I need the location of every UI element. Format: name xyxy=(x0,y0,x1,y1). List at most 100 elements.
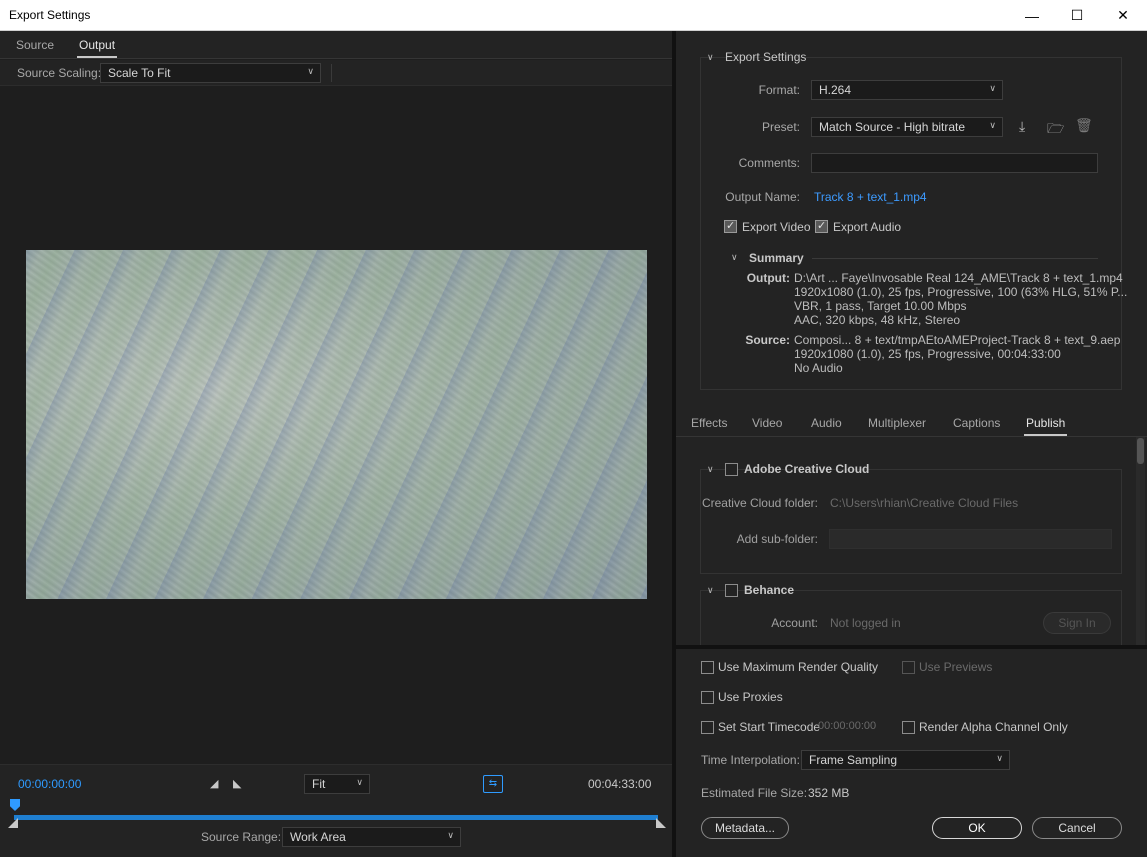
time-interpolation-value: Frame Sampling xyxy=(809,753,898,767)
preset-select[interactable]: Match Source - High bitrate ∨ xyxy=(811,117,1003,137)
use-previews-label: Use Previews xyxy=(919,660,993,674)
export-video-checkbox[interactable] xyxy=(724,219,737,233)
creative-cloud-box xyxy=(700,469,1122,574)
behance-checkbox[interactable] xyxy=(725,584,738,597)
source-scaling-bar: Source Scaling: Scale To Fit ∨ xyxy=(0,60,672,86)
file-size-value: 352 MB xyxy=(808,786,850,800)
set-start-timecode-checkbox[interactable] xyxy=(701,721,714,734)
file-size-label: Estimated File Size: xyxy=(701,786,808,800)
behance-title: Behance xyxy=(744,583,795,597)
out-point-marker[interactable] xyxy=(656,818,666,828)
settings-panel: ∨ Export Settings Format: H.264 ∨ Preset… xyxy=(676,31,1147,857)
export-audio-checkbox[interactable] xyxy=(815,219,828,233)
export-settings-title[interactable]: Export Settings xyxy=(725,50,806,64)
source-scaling-select[interactable]: Scale To Fit ∨ xyxy=(100,63,321,83)
maximize-button[interactable]: ☐ xyxy=(1054,0,1100,31)
export-audio-label: Export Audio xyxy=(833,220,902,234)
tab-effects[interactable]: Effects xyxy=(691,416,727,430)
chevron-down-icon[interactable]: ∨ xyxy=(707,585,714,596)
summary-output-line: VBR, 1 pass, Target 10.00 Mbps xyxy=(794,299,967,313)
chevron-down-icon: ∨ xyxy=(996,753,1003,763)
source-range-label: Source Range: xyxy=(201,830,282,844)
title-bar: Export Settings — ☐ ✕ xyxy=(0,0,1147,31)
summary-output-line: D:\Art ... Faye\Invosable Real 124_AME\T… xyxy=(794,271,1123,285)
chevron-down-icon: ∨ xyxy=(356,777,363,787)
tab-publish[interactable]: Publish xyxy=(1023,416,1068,436)
close-icon: ✕ xyxy=(1117,7,1129,23)
cancel-button-label: Cancel xyxy=(1058,821,1096,835)
format-label: Format: xyxy=(758,83,800,97)
summary-output-line: AAC, 320 kbps, 48 kHz, Stereo xyxy=(794,313,961,327)
ok-button[interactable]: OK xyxy=(932,817,1022,839)
current-timecode[interactable]: 00:00:00:00 xyxy=(18,777,81,791)
cancel-button[interactable]: Cancel xyxy=(1032,817,1122,839)
time-interpolation-label: Time Interpolation: xyxy=(701,753,800,767)
creative-cloud-checkbox[interactable] xyxy=(725,463,738,476)
toolbar-separator xyxy=(331,64,332,82)
chevron-down-icon: ∨ xyxy=(307,66,314,76)
folder-import-icon[interactable]: 🗁 xyxy=(1047,118,1064,142)
preview-panel: Source Output Source Scaling: Scale To F… xyxy=(0,31,672,857)
sign-in-button[interactable]: Sign In xyxy=(1043,612,1111,634)
use-proxies-checkbox[interactable] xyxy=(701,691,714,704)
max-render-quality-checkbox[interactable] xyxy=(701,661,714,674)
cc-folder-value: C:\Users\rhian\Creative Cloud Files xyxy=(830,496,1019,510)
format-value: H.264 xyxy=(819,83,852,97)
format-select[interactable]: H.264 ∨ xyxy=(811,80,1003,100)
download-icon[interactable]: ⤓ xyxy=(1019,118,1025,135)
creative-cloud-title: Adobe Creative Cloud xyxy=(744,462,870,476)
summary-source-line: No Audio xyxy=(794,361,843,375)
summary-output-label: Output: xyxy=(746,271,790,285)
tab-multiplexer[interactable]: Multiplexer xyxy=(868,416,926,430)
scrollbar-thumb[interactable] xyxy=(1137,438,1144,464)
use-proxies-label: Use Proxies xyxy=(718,690,783,704)
close-button[interactable]: ✕ xyxy=(1100,0,1146,31)
tab-output[interactable]: Output xyxy=(76,38,118,58)
settings-tabs: Effects Video Audio Multiplexer Captions… xyxy=(676,409,1147,437)
tab-video[interactable]: Video xyxy=(752,416,782,430)
maximize-icon: ☐ xyxy=(1070,7,1084,23)
video-preview xyxy=(26,250,647,599)
chevron-down-icon[interactable]: ∨ xyxy=(707,52,714,63)
chevron-down-icon: ∨ xyxy=(989,83,996,93)
tab-audio[interactable]: Audio xyxy=(811,416,842,430)
sign-in-label: Sign In xyxy=(1058,616,1096,630)
aspect-ratio-correction-icon[interactable]: ⇆ xyxy=(483,775,503,793)
chevron-down-icon: ∨ xyxy=(447,830,454,840)
metadata-button[interactable]: Metadata... xyxy=(701,817,789,839)
chevron-down-icon[interactable]: ∨ xyxy=(731,252,738,263)
output-name-label: Output Name: xyxy=(725,190,800,204)
time-interpolation-select[interactable]: Frame Sampling ∨ xyxy=(801,750,1010,770)
chevron-down-icon[interactable]: ∨ xyxy=(707,464,714,475)
summary-divider xyxy=(812,258,1098,259)
summary-output-line: 1920x1080 (1.0), 25 fps, Progressive, 10… xyxy=(794,285,1128,299)
behance-account-label: Account: xyxy=(771,616,818,630)
export-video-label: Export Video xyxy=(742,220,811,234)
publish-scroll-area: ∨ Adobe Creative Cloud Creative Cloud fo… xyxy=(676,438,1136,645)
summary-source-label: Source: xyxy=(745,333,790,347)
output-name-link[interactable]: Track 8 + text_1.mp4 xyxy=(814,190,927,204)
zoom-select[interactable]: Fit ∨ xyxy=(304,774,370,794)
source-range-select[interactable]: Work Area ∨ xyxy=(282,827,461,847)
summary-title[interactable]: Summary xyxy=(749,251,804,265)
set-out-point-icon[interactable]: ◣ xyxy=(233,777,241,790)
set-in-point-icon[interactable]: ◢ xyxy=(210,777,218,790)
preset-label: Preset: xyxy=(761,120,800,134)
tab-captions[interactable]: Captions xyxy=(953,416,1000,430)
chevron-down-icon: ∨ xyxy=(989,120,996,130)
minimize-button[interactable]: — xyxy=(1009,0,1055,31)
tab-source[interactable]: Source xyxy=(16,38,54,52)
timeline-track[interactable] xyxy=(14,815,658,820)
minimize-icon: — xyxy=(1025,7,1039,24)
publish-scrollbar[interactable] xyxy=(1136,437,1145,645)
start-timecode-value[interactable]: 00:00:00:00 xyxy=(818,720,876,732)
max-render-quality-label: Use Maximum Render Quality xyxy=(718,660,879,674)
in-point-marker[interactable] xyxy=(8,818,18,828)
cc-subfolder-input[interactable] xyxy=(829,529,1112,549)
comments-input[interactable] xyxy=(811,153,1098,173)
render-alpha-label: Render Alpha Channel Only xyxy=(919,720,1068,734)
playhead-handle[interactable] xyxy=(10,799,20,811)
trash-icon[interactable]: 🗑 xyxy=(1075,117,1093,134)
render-alpha-checkbox[interactable] xyxy=(902,721,915,734)
use-previews-checkbox[interactable] xyxy=(902,661,915,674)
